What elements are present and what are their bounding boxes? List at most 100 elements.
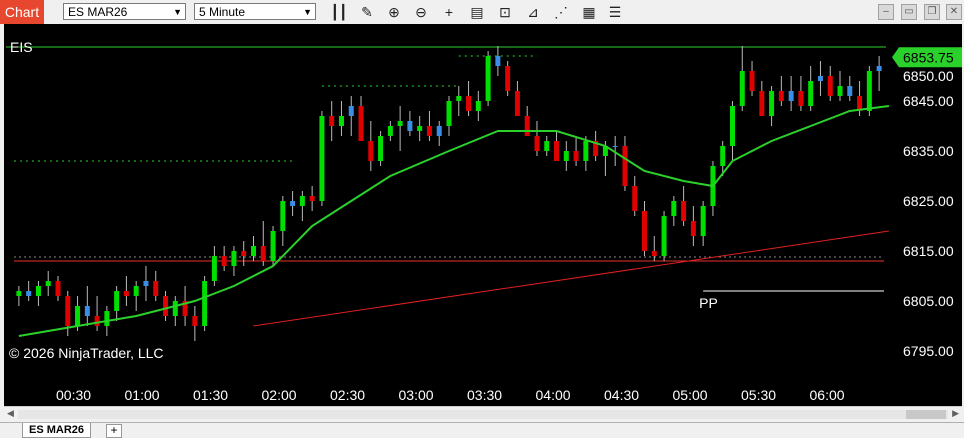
candle-body — [671, 201, 677, 216]
price-chart: 6850.00 6845.00 6835.00 6825.00 6815.00 6805.… — [6, 39, 962, 403]
maximize-button[interactable]: ▭ — [901, 4, 917, 20]
candle-body — [65, 296, 71, 326]
candle-body — [749, 71, 755, 91]
trend-line — [253, 230, 889, 327]
moving-average-line — [18, 105, 890, 337]
candle-body — [299, 196, 305, 206]
chevron-down-icon: ▼ — [173, 7, 182, 17]
y-tick-label: 6825.00 — [903, 193, 954, 209]
candle-body — [524, 116, 530, 136]
pencil-icon[interactable]: ✎ — [358, 3, 376, 21]
candle-body — [153, 281, 159, 296]
candle-body — [338, 116, 344, 126]
candle-body — [426, 126, 432, 136]
interval-value: 5 Minute — [199, 5, 246, 19]
candle-body — [690, 221, 696, 236]
indicator-icon[interactable]: ⊿ — [524, 3, 542, 21]
pp-label: PP — [699, 295, 718, 311]
minimize-button[interactable]: – — [878, 4, 894, 20]
candle-body — [407, 121, 413, 131]
x-tick-label: 02:00 — [262, 387, 297, 403]
interval-selector[interactable]: 5 Minute ▼ — [194, 3, 316, 20]
x-tick-label: 05:30 — [741, 387, 776, 403]
candle-body — [387, 126, 393, 136]
candle-body — [378, 136, 384, 161]
candle-body — [544, 141, 550, 151]
zoom-in-icon[interactable]: ⊕ — [385, 3, 403, 21]
candle-body — [143, 281, 149, 286]
chart-title-tab[interactable]: Chart — [0, 0, 44, 24]
candle-body — [554, 141, 560, 161]
zoom-out-icon[interactable]: ⊖ — [412, 3, 430, 21]
scroll-track[interactable] — [18, 410, 948, 419]
strategy-icon[interactable]: ⊡ — [496, 3, 514, 21]
x-tick-label: 04:00 — [536, 387, 571, 403]
y-tick-label: 6805.00 — [903, 293, 954, 309]
scroll-thumb[interactable] — [906, 410, 946, 419]
candle-body — [475, 101, 481, 111]
candle-body — [729, 106, 735, 146]
candle-body — [573, 151, 579, 161]
candle-body — [35, 286, 41, 296]
candle-body — [632, 186, 638, 211]
template-icon[interactable]: ⋰ — [552, 3, 570, 21]
candle-body — [837, 86, 843, 96]
candle-body — [642, 211, 648, 251]
candle-body — [534, 136, 540, 151]
scroll-right-icon[interactable]: ▶ — [952, 408, 959, 419]
candle-body — [739, 71, 745, 106]
candle-body — [329, 116, 335, 126]
bars-icon[interactable]: ┃┃ — [330, 3, 348, 21]
candle-body — [104, 311, 110, 326]
x-tick-label: 03:00 — [399, 387, 434, 403]
candle-body — [231, 251, 237, 266]
tab-bar: ES MAR26 + — [0, 422, 964, 438]
candle-body — [622, 146, 628, 186]
candle-body — [280, 201, 286, 231]
candle-body — [358, 106, 364, 141]
candle-body — [720, 146, 726, 166]
x-tick-label: 03:30 — [467, 387, 502, 403]
data-box-icon[interactable]: ▤ — [468, 3, 486, 21]
candle-body — [798, 91, 804, 106]
candle-body — [583, 141, 589, 161]
toolbar: Chart ES MAR26 ▼ 5 Minute ▼ ┃┃ ✎ ⊕ ⊖ + ▤… — [0, 0, 964, 24]
crosshair-icon[interactable]: + — [440, 3, 458, 21]
close-button[interactable]: ✕ — [946, 4, 962, 20]
candle-body — [163, 296, 169, 316]
x-tick-label: 06:00 — [810, 387, 845, 403]
chart-panel[interactable]: 6850.00 6845.00 6835.00 6825.00 6815.00 6805.… — [4, 24, 962, 406]
last-price-label: 6853.75 — [903, 49, 954, 65]
y-tick-label: 6845.00 — [903, 93, 954, 109]
candle-body — [84, 306, 90, 316]
restore-button[interactable]: ❐ — [924, 4, 940, 20]
candle-body — [827, 76, 833, 96]
horizontal-scrollbar[interactable]: ◀ ▶ — [4, 406, 962, 423]
x-tick-label: 00:30 — [56, 387, 91, 403]
x-tick-label: 02:30 — [330, 387, 365, 403]
candle-body — [514, 91, 520, 116]
candle-body — [16, 291, 22, 296]
list-icon[interactable]: ☰ — [606, 3, 624, 21]
candle-body — [348, 106, 354, 116]
candle-body — [563, 151, 569, 161]
candle-body — [788, 91, 794, 101]
candle-body — [368, 141, 374, 161]
candle-body — [192, 316, 198, 326]
instrument-selector[interactable]: ES MAR26 ▼ — [63, 3, 186, 20]
candle-body — [123, 291, 129, 296]
candle-body — [397, 121, 403, 126]
candle-body — [55, 281, 61, 296]
candle-body — [847, 86, 853, 96]
x-tick-label: 01:30 — [193, 387, 228, 403]
properties-icon[interactable]: ▦ — [580, 3, 598, 21]
candle-body — [290, 201, 296, 206]
candle-body — [417, 126, 423, 131]
candle-body — [485, 56, 491, 101]
candle-body — [270, 231, 276, 261]
candle-body — [651, 251, 657, 256]
scroll-left-icon[interactable]: ◀ — [7, 408, 14, 419]
candle-body — [94, 316, 100, 326]
candle-body — [808, 81, 814, 106]
candle-body — [221, 256, 227, 266]
